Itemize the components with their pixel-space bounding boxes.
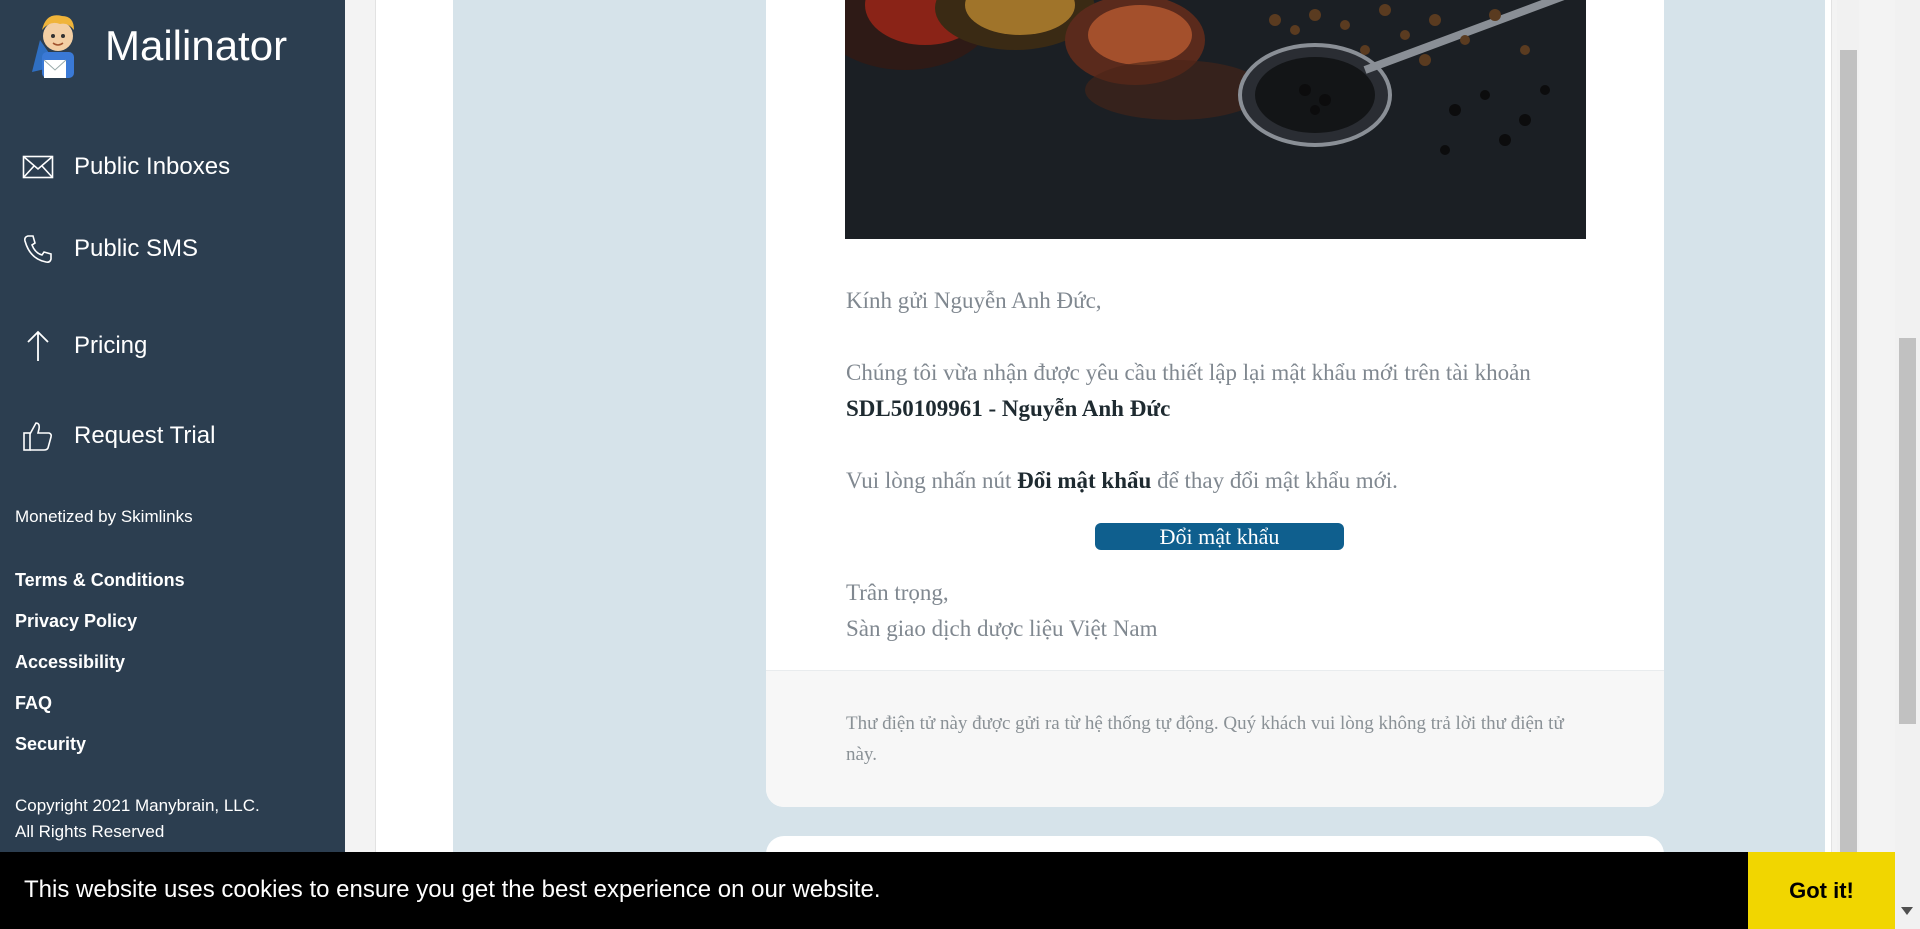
cookie-banner: This website uses cookies to ensure you … [0, 852, 1895, 929]
monetized-note[interactable]: Monetized by Skimlinks [15, 507, 193, 527]
instruction-suffix: để thay đổi mật khẩu mới. [1157, 468, 1398, 493]
phone-icon [20, 231, 56, 267]
faq-link[interactable]: FAQ [15, 693, 52, 714]
copyright-line: All Rights Reserved [15, 822, 165, 841]
brand-name: Mailinator [105, 22, 288, 69]
instruction-bold: Đổi mật khẩu [1017, 468, 1152, 493]
brand[interactable]: Mailinator [28, 10, 287, 84]
email-account: SDL50109961 - Nguyễn Anh Đức [846, 396, 1170, 422]
footer-note: Thư điện tử này được gửi ra từ hệ thống … [846, 713, 1564, 765]
sidebar-item-pricing[interactable]: Pricing [20, 326, 147, 366]
copyright-line: Copyright 2021 Manybrain, LLC. [15, 796, 260, 815]
cookie-message: This website uses cookies to ensure you … [24, 876, 881, 903]
arrow-up-icon [20, 328, 56, 364]
sidebar-item-label: Request Trial [74, 422, 216, 449]
page-scrollbar-thumb[interactable] [1899, 338, 1916, 724]
sidebar-item-label: Public SMS [74, 235, 199, 262]
sidebar: Mailinator Public Inboxes Public SMS Pri… [0, 0, 345, 929]
change-password-button[interactable]: Đổi mật khẩu [1095, 523, 1344, 550]
sidebar-item-public-inboxes[interactable]: Public Inboxes [20, 147, 230, 187]
message-card: Kính gửi Nguyễn Anh Đức, Chúng tôi vừa n… [375, 0, 1859, 929]
main-content: Kính gửi Nguyễn Anh Đức, Chúng tôi vừa n… [345, 0, 1920, 929]
terms-link[interactable]: Terms & Conditions [15, 570, 185, 591]
privacy-link[interactable]: Privacy Policy [15, 611, 137, 632]
cookie-accept-button[interactable]: Got it! [1748, 852, 1895, 929]
email-line: Chúng tôi vừa nhận được yêu cầu thiết lậ… [846, 360, 1531, 385]
spices-hero-image [845, 0, 1586, 239]
email-greeting: Kính gửi Nguyễn Anh Đức, [846, 288, 1102, 313]
mailinator-logo [32, 15, 74, 78]
sidebar-item-request-trial[interactable]: Request Trial [20, 416, 215, 456]
sidebar-item-label: Pricing [74, 332, 148, 359]
email-signoff: Trân trọng, [846, 580, 949, 605]
sidebar-item-label: Public Inboxes [74, 153, 231, 180]
scroll-down-arrow-icon[interactable] [1901, 907, 1913, 915]
email-footer: Thư điện tử này được gửi ra từ hệ thống … [766, 670, 1664, 807]
account-id: SDL50109961 - Nguyễn Anh Đức [846, 396, 1171, 421]
envelope-icon [20, 149, 56, 185]
email-body-frame[interactable]: Kính gửi Nguyễn Anh Đức, Chúng tôi vừa n… [453, 0, 1825, 929]
thumbs-up-icon [20, 418, 56, 454]
instruction-prefix: Vui lòng nhấn nút [846, 468, 1012, 493]
sidebar-item-public-sms[interactable]: Public SMS [20, 229, 198, 269]
page-scrollbar[interactable] [1895, 0, 1920, 929]
accessibility-link[interactable]: Accessibility [15, 652, 125, 673]
copyright: Copyright 2021 Manybrain, LLC. All Right… [15, 793, 260, 845]
email-scrollbar-thumb[interactable] [1840, 50, 1857, 929]
page: Mailinator Public Inboxes Public SMS Pri… [0, 0, 1920, 929]
email-scrollbar[interactable] [1837, 0, 1859, 929]
email-signature: Sàn giao dịch dược liệu Việt Nam [846, 616, 1158, 641]
email-content: Kính gửi Nguyễn Anh Đức, Chúng tôi vừa n… [766, 0, 1664, 807]
security-link[interactable]: Security [15, 734, 86, 755]
email-instruction: Vui lòng nhấn nút Đổi mật khẩu để thay đ… [846, 468, 1398, 494]
